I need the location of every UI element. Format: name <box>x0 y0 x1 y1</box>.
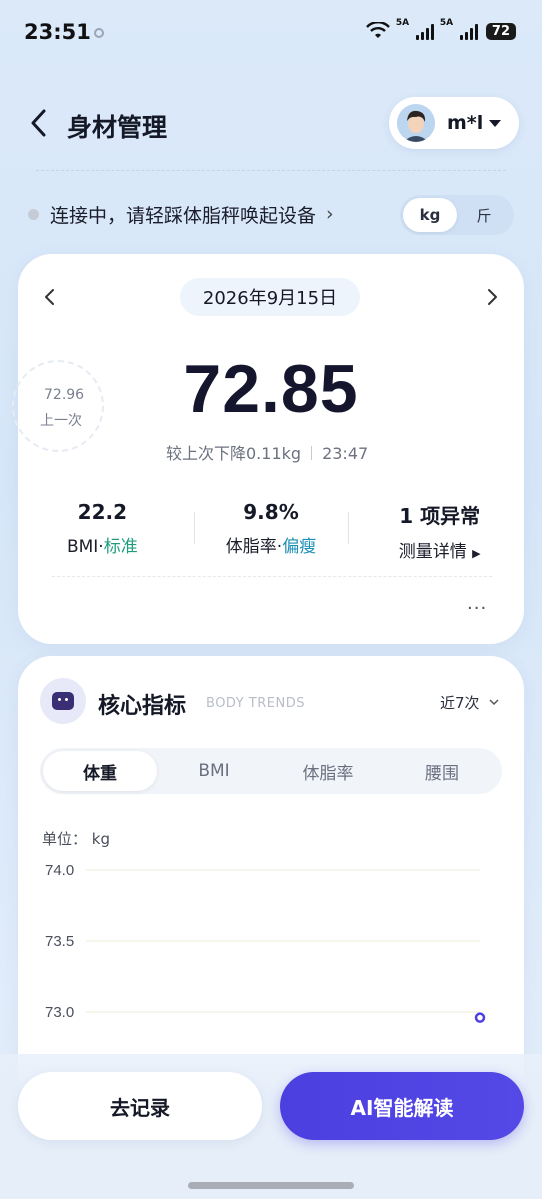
y-tick-label: 73.0 <box>45 1004 74 1021</box>
stat-body-fat[interactable]: 9.8% 体脂率·偏瘦 <box>187 500 356 564</box>
weight-change-text: 较上次下降0.11kg <box>166 444 302 463</box>
tab-weight[interactable]: 体重 <box>43 751 157 791</box>
user-name: m*l <box>447 112 484 134</box>
triangle-right-icon: ▶ <box>472 547 481 560</box>
tab-body-fat[interactable]: 体脂率 <box>271 751 385 791</box>
body-fat-label: 体脂率 <box>225 537 277 557</box>
record-button[interactable]: 去记录 <box>18 1072 262 1140</box>
divider <box>52 576 492 577</box>
anomaly-count: 1 项异常 <box>399 504 481 528</box>
range-label: 近7次 <box>440 694 480 712</box>
range-selector[interactable]: 近7次 <box>440 692 500 713</box>
body-fat-value: 9.8% <box>243 500 299 524</box>
chevron-left-icon[interactable] <box>38 284 62 310</box>
unit-option-kg[interactable]: kg <box>403 198 457 232</box>
avatar <box>397 104 435 142</box>
network-type-label: 5A <box>395 18 410 28</box>
core-subtitle: BODY TRENDS <box>206 696 305 711</box>
connection-text: 连接中，请轻踩体脂秤唤起设备 <box>50 204 317 227</box>
stats-row: 22.2 BMI·标准 9.8% 体脂率·偏瘦 1 项异常 测量详情 ▶ <box>18 500 524 564</box>
measure-time: 23:47 <box>322 444 369 463</box>
bmi-label: BMI <box>66 537 99 557</box>
battery-icon: 72 <box>485 22 516 40</box>
y-tick-label: 73.5 <box>45 933 74 950</box>
chevron-down-icon <box>489 699 499 706</box>
weight-change: 较上次下降0.11kg 23:47 <box>166 440 368 464</box>
status-time: 23:51 <box>24 20 91 44</box>
body-fat-status: 偏瘦 <box>282 537 317 557</box>
unit-option-jin[interactable]: 斤 <box>457 198 511 232</box>
status-dot-icon <box>28 208 39 220</box>
weight-trend-chart: 74.0 73.5 73.0 <box>45 862 486 1023</box>
chart-unit-label: 单位： kg <box>42 830 110 848</box>
stat-divider <box>348 512 349 544</box>
home-indicator[interactable] <box>188 1182 354 1189</box>
tab-bmi[interactable]: BMI <box>157 751 271 791</box>
weight-card: 2026年9月15日 72.96 上一次 72.85 较上次下降0.11kg 23… <box>12 254 524 644</box>
metric-tabs: 体重 BMI 体脂率 腰围 <box>40 748 502 794</box>
status-icons: 5A 5A 72 <box>366 18 516 40</box>
page-title: 身材管理 <box>67 113 168 142</box>
sync-icon <box>94 28 104 38</box>
measure-details-link[interactable]: 测量详情 <box>399 542 467 562</box>
data-point <box>474 1012 486 1023</box>
signal-icon: 5A <box>396 18 434 40</box>
y-tick-label: 74.0 <box>45 862 74 879</box>
more-options-icon[interactable]: ··· <box>467 598 487 619</box>
chevron-right-icon: › <box>326 203 334 225</box>
stat-bmi[interactable]: 22.2 BMI·标准 <box>18 500 187 564</box>
current-weight: 72.85 <box>183 351 359 427</box>
ai-interpret-button[interactable]: AI智能解读 <box>280 1072 524 1140</box>
bmi-status: 标准 <box>103 537 138 557</box>
stat-divider <box>194 512 195 544</box>
bmi-value: 22.2 <box>77 500 128 524</box>
status-bar: 23:51 5A 5A 72 <box>0 0 542 66</box>
core-title: 核心指标 <box>98 694 187 719</box>
caret-down-icon <box>489 119 502 127</box>
stat-anomaly[interactable]: 1 项异常 测量详情 ▶ <box>355 500 524 564</box>
tab-waist[interactable]: 腰围 <box>385 751 499 791</box>
network-type-label-2: 5A <box>439 18 454 28</box>
chevron-right-icon[interactable] <box>480 284 504 310</box>
signal-icon-2: 5A <box>440 18 478 40</box>
robot-icon <box>40 678 86 724</box>
app-header: 身材管理 m*l <box>0 94 542 154</box>
user-switcher[interactable]: m*l <box>389 97 519 149</box>
wifi-icon <box>366 22 390 38</box>
date-label: 2026年9月15日 <box>202 288 338 309</box>
device-connection-status[interactable]: 连接中，请轻踩体脂秤唤起设备 › <box>28 196 334 232</box>
date-selector[interactable]: 2026年9月15日 <box>180 278 360 316</box>
divider <box>36 170 506 171</box>
unit-toggle[interactable]: kg 斤 <box>400 195 514 235</box>
back-arrow-icon[interactable] <box>28 108 50 138</box>
